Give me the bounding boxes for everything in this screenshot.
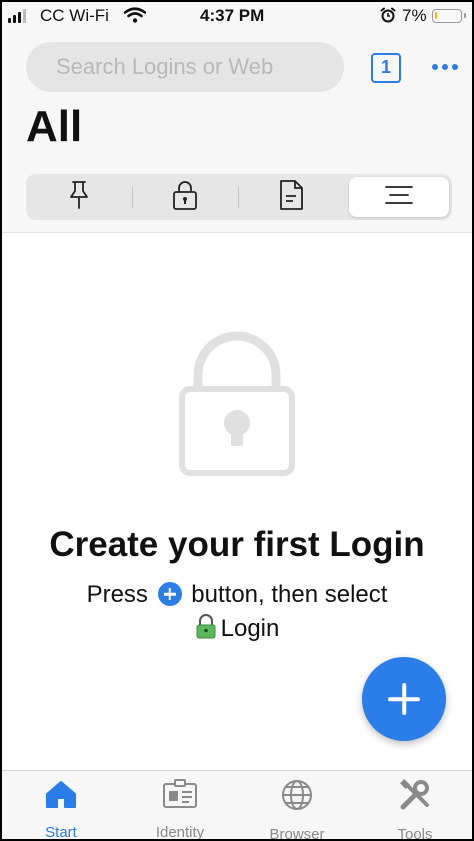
page-title: All bbox=[26, 102, 83, 151]
empty-state-hint-item: Login bbox=[2, 614, 472, 647]
status-time: 4:37 PM bbox=[200, 6, 265, 25]
globe-icon bbox=[281, 779, 313, 816]
battery-percent: 7% bbox=[402, 6, 427, 25]
tab-label-tools: Tools bbox=[397, 826, 433, 839]
tools-icon bbox=[399, 779, 431, 816]
empty-state-hint: Press button, then select bbox=[2, 581, 472, 609]
segment-all[interactable] bbox=[349, 177, 449, 217]
list-icon bbox=[384, 184, 414, 211]
app-screen: CC Wi-Fi 4:37 PM 7% Search Logins or Web… bbox=[2, 2, 472, 839]
lock-icon bbox=[176, 331, 298, 484]
carrier-label: CC Wi-Fi bbox=[40, 6, 109, 25]
green-lock-icon bbox=[195, 614, 217, 647]
tab-label-identity: Identity bbox=[155, 824, 205, 839]
segment-pinned[interactable] bbox=[29, 177, 129, 217]
pin-icon bbox=[66, 180, 92, 215]
hint-item-label: Login bbox=[220, 615, 280, 642]
segment-notes[interactable] bbox=[241, 177, 341, 217]
tab-label-start: Start bbox=[45, 824, 77, 839]
id-card-icon bbox=[162, 779, 198, 814]
status-bar: CC Wi-Fi 4:37 PM 7% bbox=[2, 2, 472, 30]
tab-identity[interactable]: Identity bbox=[125, 779, 235, 839]
bottom-tab-bar: Start Identity Browser Tools bbox=[2, 770, 472, 839]
filter-segmented-control bbox=[26, 174, 452, 220]
tab-start[interactable]: Start bbox=[6, 779, 116, 839]
tab-browser[interactable]: Browser bbox=[242, 779, 352, 839]
ellipsis-icon[interactable] bbox=[432, 64, 458, 70]
alarm-icon bbox=[380, 7, 396, 28]
tab-count-button[interactable]: 1 bbox=[371, 53, 401, 83]
hint-prefix: Press bbox=[86, 581, 148, 608]
wifi-icon bbox=[123, 7, 147, 28]
hint-suffix: button, then select bbox=[191, 581, 388, 608]
signal-icon bbox=[8, 9, 26, 23]
tab-tools[interactable]: Tools bbox=[360, 779, 470, 839]
plus-icon bbox=[157, 582, 182, 606]
search-input[interactable]: Search Logins or Web bbox=[26, 42, 344, 92]
add-item-button[interactable] bbox=[362, 657, 446, 741]
segment-logins[interactable] bbox=[135, 177, 235, 217]
tab-label-browser: Browser bbox=[269, 826, 325, 839]
lock-icon bbox=[171, 179, 199, 216]
home-icon bbox=[44, 779, 78, 814]
note-icon bbox=[277, 179, 305, 216]
empty-state-title: Create your first Login bbox=[49, 525, 425, 564]
battery-icon bbox=[432, 9, 466, 23]
